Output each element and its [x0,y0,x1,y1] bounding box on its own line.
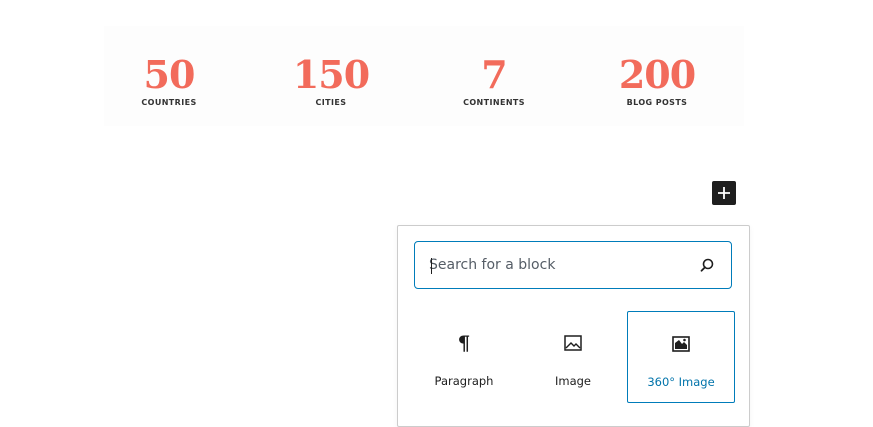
stat-number: 7 [481,52,507,97]
stat-label: COUNTRIES [141,98,197,107]
add-block-button[interactable] [712,181,736,205]
search-input[interactable] [429,242,689,288]
stat-label: CITIES [315,98,347,107]
stat-blog-posts: 200 BLOG POSTS [577,52,737,108]
block-label: Image [554,374,592,388]
panorama-image-icon [628,334,734,354]
block-360-image[interactable]: 360° Image [627,311,735,403]
stat-cities: 150 CITIES [251,52,411,108]
stat-number: 150 [292,52,370,97]
stat-number: 200 [618,52,696,97]
stats-band: 50 COUNTRIES 150 CITIES 7 CONTINENTS 200… [104,26,744,126]
pilcrow-icon: ¶ [457,331,471,355]
search-icon[interactable] [699,257,715,273]
search-box[interactable] [414,241,732,289]
stat-label: CONTINENTS [463,98,525,107]
block-inserter-panel: ¶ Paragraph Image 360° Image [397,225,750,427]
block-label: 360° Image [647,375,715,389]
block-image[interactable]: Image [519,311,627,403]
stat-continents: 7 CONTINENTS [414,52,574,108]
block-label: Paragraph [434,374,494,388]
text-caret [431,258,432,274]
stat-countries: 50 COUNTRIES [89,52,249,108]
image-icon [519,333,627,353]
stat-number: 50 [143,52,196,97]
stat-label: BLOG POSTS [626,98,688,107]
plus-icon [718,187,730,199]
block-paragraph[interactable]: ¶ Paragraph [410,311,518,403]
